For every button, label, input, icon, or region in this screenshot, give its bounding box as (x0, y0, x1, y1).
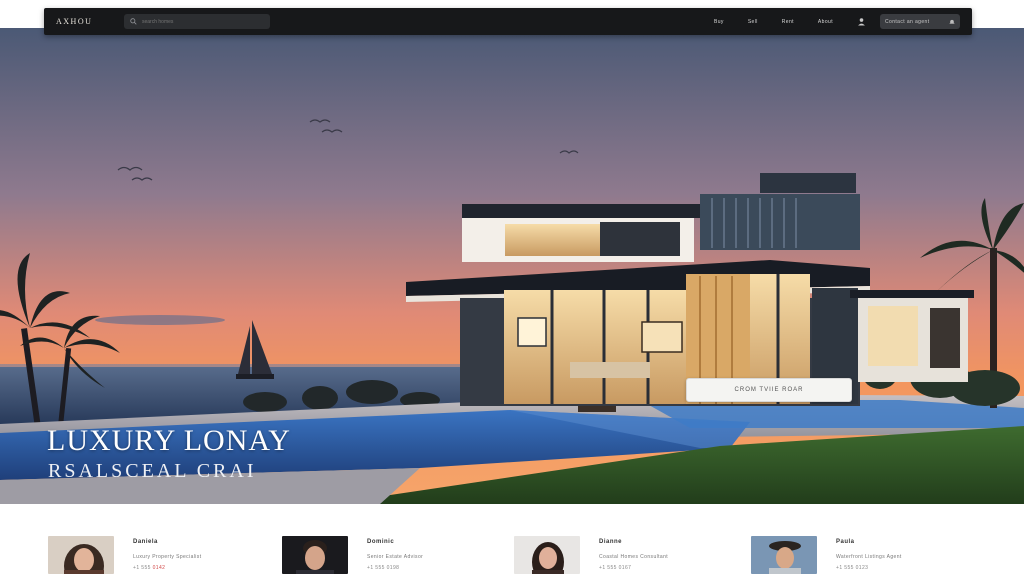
contact-agent-button[interactable]: Contact an agent (880, 14, 960, 29)
agent-name: Paula (836, 539, 855, 545)
agent-card[interactable]: Paula Waterfront Listings Agent +1 555 0… (751, 536, 902, 574)
nav-item-buy[interactable]: Buy (714, 19, 724, 25)
brand-logo[interactable]: AXHOU (56, 17, 112, 26)
main-nav: Buy Sell Rent About Contact an agent (714, 14, 960, 29)
contact-agent-label: Contact an agent (885, 18, 930, 25)
agent-phone-accent: 0142 (152, 565, 166, 571)
agent-name: Daniela (133, 539, 158, 545)
agent-name: Dominic (367, 539, 395, 545)
page: AXHOU Buy Sell Rent About Contact an age… (0, 0, 1024, 574)
agents-section: Daniela Luxury Property Specialist +1 55… (0, 504, 1024, 574)
agent-card[interactable]: Daniela Luxury Property Specialist +1 55… (48, 536, 201, 574)
agent-role: Waterfront Listings Agent (836, 554, 902, 560)
agent-phone: +1 555 0142 (133, 565, 201, 571)
nav-item-about[interactable]: About (818, 19, 833, 25)
hero-title: LUXURY LONAY (47, 424, 291, 457)
top-navigation-bar: AXHOU Buy Sell Rent About Contact an age… (44, 8, 972, 35)
agent-card[interactable]: Dianne Coastal Homes Consultant +1 555 0… (514, 536, 668, 574)
agent-phone: +1 555 0198 (367, 565, 400, 571)
agent-photo (48, 536, 114, 574)
agent-card[interactable]: Dominic Senior Estate Advisor +1 555 019… (282, 536, 423, 574)
agent-phone: +1 555 0167 (599, 565, 632, 571)
agent-photo (282, 536, 348, 574)
agent-phone-prefix: +1 555 (133, 565, 153, 571)
search-icon (130, 18, 137, 25)
agent-role: Senior Estate Advisor (367, 554, 424, 560)
agent-photo (751, 536, 817, 574)
nav-item-sell[interactable]: Sell (748, 19, 758, 25)
hero-cta-button[interactable]: CROM TVIIE ROAR (686, 378, 852, 402)
search-bar[interactable] (124, 14, 270, 29)
search-input[interactable] (142, 18, 262, 25)
agent-role: Coastal Homes Consultant (599, 554, 669, 560)
bell-icon (949, 19, 955, 24)
agent-photo (514, 536, 580, 574)
agent-phone: +1 555 0123 (836, 565, 869, 571)
user-icon[interactable] (857, 17, 866, 26)
hero-subtitle: RSALSCEAL CRAI (48, 460, 257, 482)
agent-role: Luxury Property Specialist (133, 554, 202, 560)
agent-name: Dianne (599, 539, 623, 545)
nav-item-rent[interactable]: Rent (782, 19, 794, 25)
